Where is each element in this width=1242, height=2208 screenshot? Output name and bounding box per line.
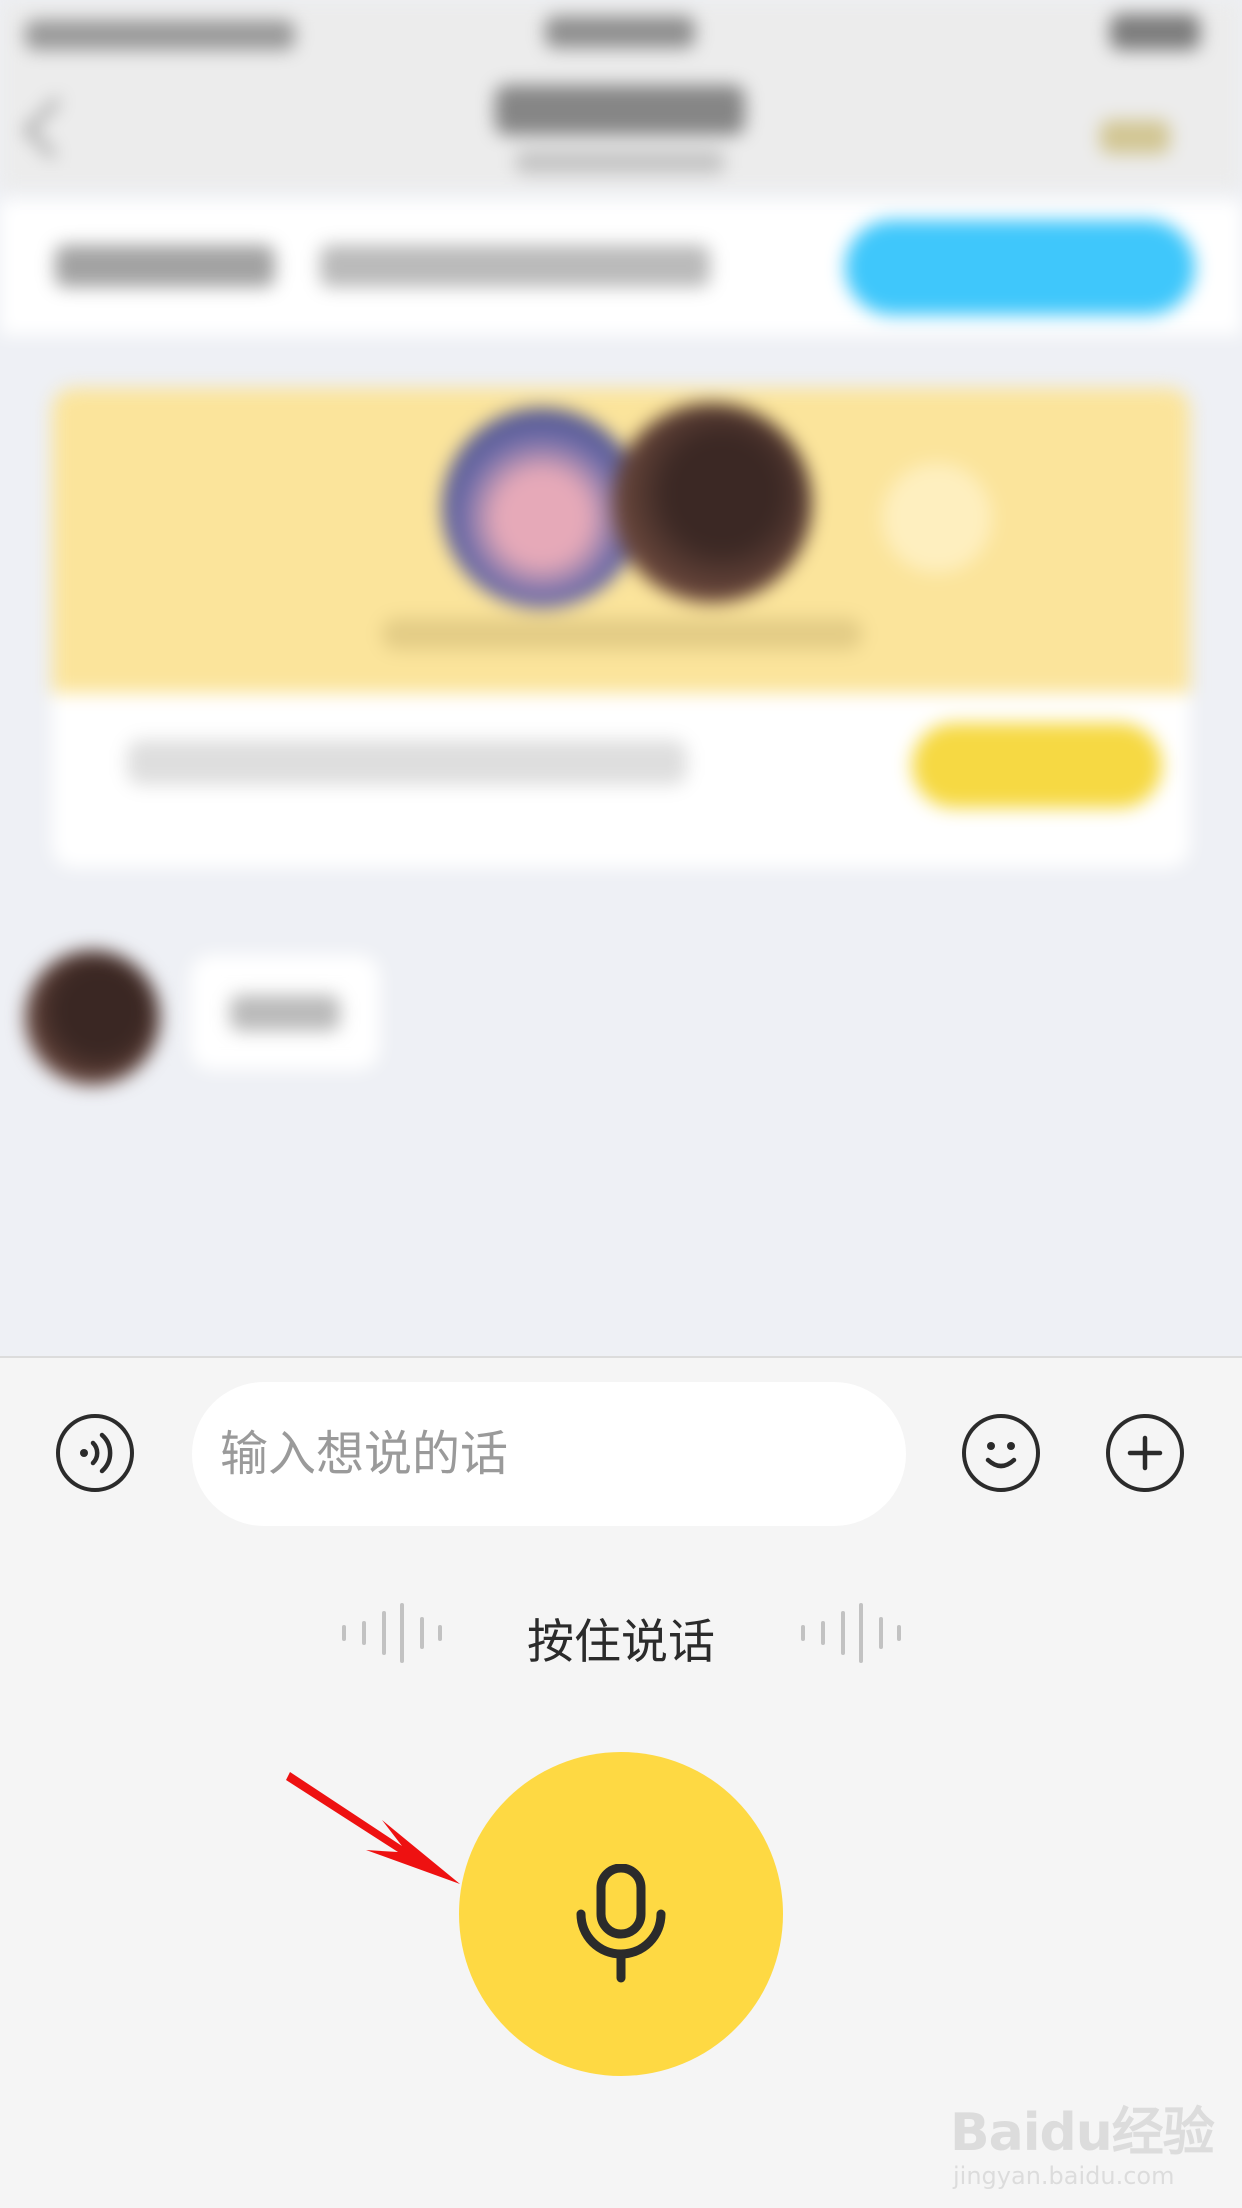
hold-to-talk-label: 按住说话 — [527, 1615, 715, 1670]
avatar — [612, 403, 812, 603]
card-action-button[interactable] — [912, 723, 1162, 808]
smiley-icon[interactable] — [962, 1414, 1040, 1492]
chat-subtitle-blurred — [515, 150, 725, 174]
watermark-url: jingyan.baidu.com — [953, 2162, 1175, 2190]
microphone-icon — [576, 1864, 666, 1983]
sound-wave-icon — [801, 1603, 901, 1663]
match-card — [52, 388, 1190, 868]
info-bar-button[interactable] — [845, 220, 1195, 315]
annotation-arrow — [286, 1772, 460, 1884]
status-bar — [0, 0, 1242, 60]
message-bubble — [190, 955, 380, 1070]
info-bar — [0, 200, 1242, 335]
back-icon[interactable] — [23, 97, 85, 159]
watermark: Baidu经验 jingyan.baidu.com — [950, 2070, 1230, 2200]
blurred-chat-background — [0, 0, 1242, 1356]
sound-wave-icon — [342, 1603, 442, 1663]
voice-wave-icon[interactable] — [56, 1414, 134, 1492]
card-tags-blurred — [127, 740, 687, 785]
avatar[interactable] — [25, 950, 160, 1085]
watermark-logo: Baidu经验 — [950, 2103, 1215, 2163]
more-button-blurred[interactable] — [1100, 120, 1170, 154]
plus-icon[interactable] — [1106, 1414, 1184, 1492]
message-input[interactable] — [192, 1382, 906, 1526]
chat-title-blurred — [495, 85, 745, 135]
hold-to-talk-button[interactable] — [459, 1752, 783, 2076]
nav-bar — [0, 60, 1242, 190]
